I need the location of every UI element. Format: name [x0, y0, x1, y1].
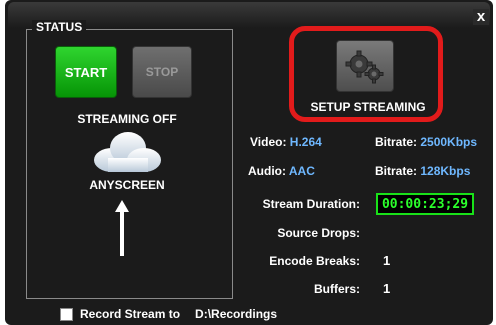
video-codec: Video: H.264 — [250, 135, 322, 149]
video-bitrate-label: Bitrate: — [375, 135, 418, 149]
buffers-value: 1 — [383, 281, 391, 296]
video-bitrate-value: 2500Kbps — [420, 135, 478, 149]
audio-label: Audio: — [248, 164, 286, 178]
audio-value: AAC — [288, 164, 315, 178]
stop-button[interactable]: STOP — [132, 46, 192, 98]
video-bitrate: Bitrate: 2500Kbps — [375, 135, 477, 149]
buffers-label: Buffers: — [313, 282, 360, 296]
stream-duration-timer: 00:00:23;29 — [376, 193, 474, 215]
upload-arrow-icon — [115, 200, 129, 261]
video-label: Video: — [250, 135, 287, 149]
audio-bitrate-label: Bitrate: — [375, 164, 418, 178]
record-stream-row: Record Stream to D:\Recordings — [60, 307, 277, 321]
start-button[interactable]: START — [55, 46, 117, 98]
encode-breaks-label: Encode Breaks: — [269, 254, 360, 268]
record-stream-checkbox[interactable] — [60, 307, 73, 321]
audio-bitrate: Bitrate: 128Kbps — [375, 164, 470, 178]
service-name: ANYSCREEN — [89, 178, 165, 192]
video-value: H.264 — [289, 135, 322, 149]
status-title: STATUS — [32, 20, 87, 34]
setup-streaming-button[interactable] — [336, 40, 394, 92]
streaming-state-text: STREAMING OFF — [77, 112, 177, 126]
audio-codec: Audio: AAC — [248, 164, 315, 178]
cloud-icon — [88, 128, 166, 181]
close-button[interactable]: x — [473, 9, 489, 25]
record-path: D:\Recordings — [195, 307, 278, 321]
stream-duration-label: Stream Duration: — [262, 197, 360, 211]
gears-icon — [345, 50, 384, 84]
setup-streaming-label[interactable]: SETUP STREAMING — [298, 100, 438, 114]
encode-breaks-value: 1 — [383, 253, 391, 268]
audio-bitrate-value: 128Kbps — [420, 164, 471, 178]
record-stream-label[interactable]: Record Stream to — [80, 307, 180, 321]
source-drops-label: Source Drops: — [277, 226, 360, 240]
